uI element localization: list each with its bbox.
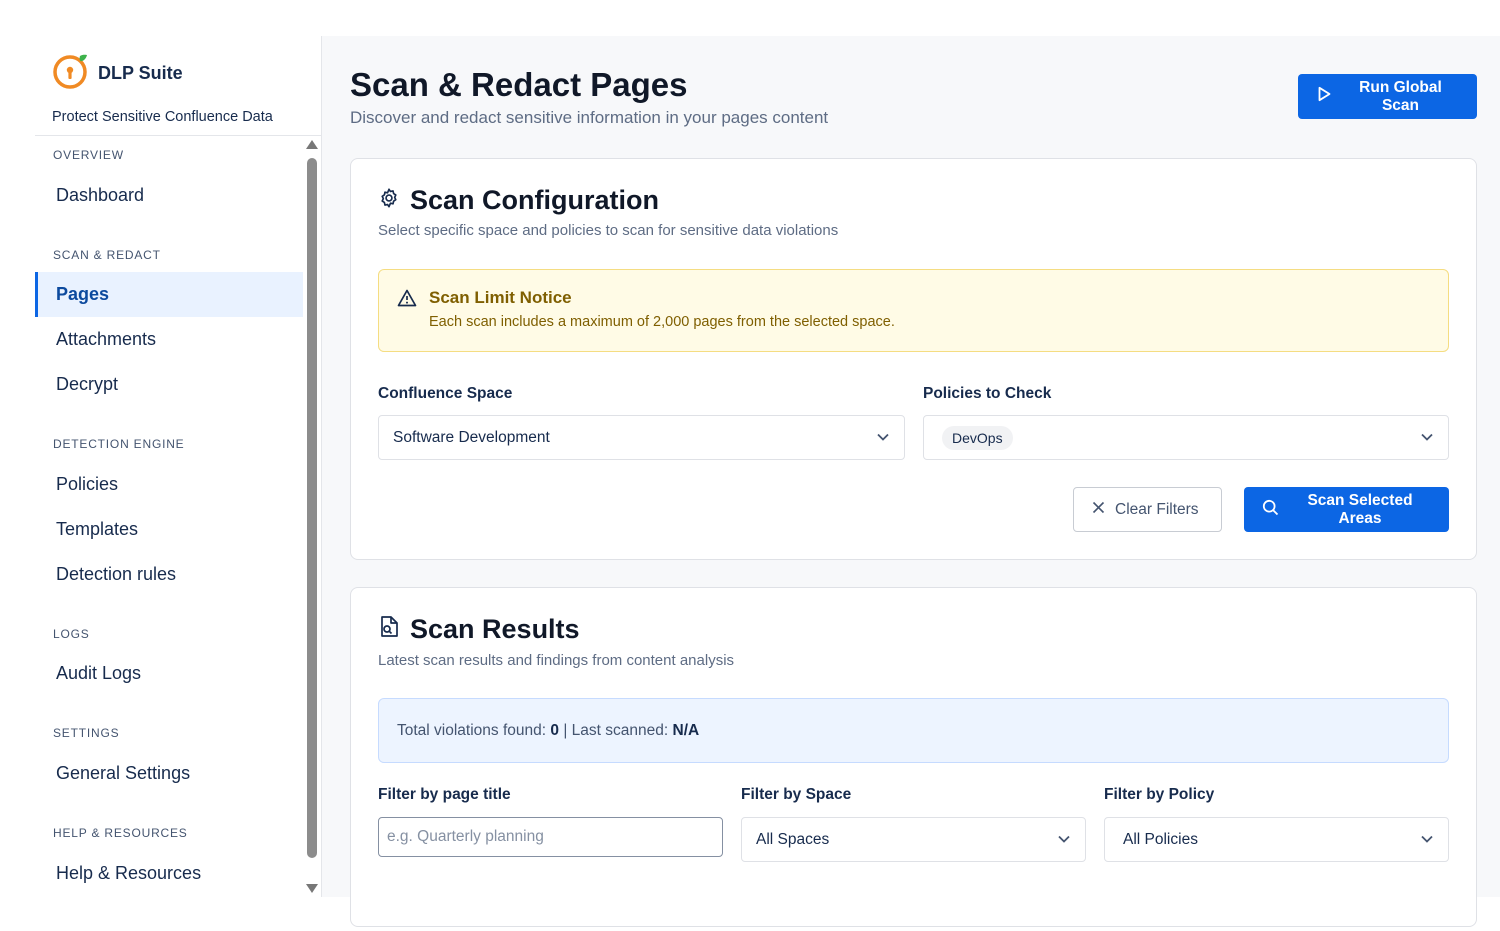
filter-policy-value: All Policies — [1123, 830, 1198, 848]
sidebar-item-help-resources[interactable]: Help & Resources — [35, 851, 303, 896]
sidebar-scrollbar[interactable] — [305, 140, 319, 897]
policy-chip[interactable]: DevOps — [942, 425, 1013, 450]
scan-results-card: Scan Results Latest scan results and fin… — [350, 587, 1477, 927]
page-subtitle: Discover and redact sensitive informatio… — [350, 108, 829, 127]
run-global-scan-label: Run Global Scan — [1359, 78, 1442, 114]
policies-to-check-label: Policies to Check — [923, 385, 1052, 402]
filter-space-label: Filter by Space — [741, 786, 852, 803]
scrollbar-thumb[interactable] — [307, 158, 317, 858]
section-scan-redact: SCAN & REDACT — [53, 248, 161, 262]
brand-tagline: Protect Sensitive Confluence Data — [52, 109, 273, 125]
filter-space-value: All Spaces — [756, 830, 830, 848]
policies-select[interactable]: DevOps — [923, 415, 1449, 460]
chevron-down-icon — [876, 429, 890, 447]
section-logs: LOGS — [53, 627, 90, 641]
page-title: Scan & Redact Pages — [350, 66, 688, 103]
section-help-resources: HELP & RESOURCES — [53, 826, 188, 840]
chevron-down-icon — [1420, 831, 1434, 849]
brand-header: DLP Suite Protect Sensitive Confluence D… — [35, 36, 321, 136]
document-search-icon — [378, 615, 400, 644]
scan-configuration-title: Scan Configuration — [410, 185, 659, 215]
main-content: Scan & Redact Pages Discover and redact … — [322, 36, 1500, 927]
last-scanned-value: N/A — [672, 721, 700, 739]
scan-selected-areas-label: Scan Selected Areas — [1307, 491, 1413, 527]
scan-results-title: Scan Results — [410, 614, 580, 644]
clear-filters-button[interactable]: Clear Filters — [1073, 487, 1222, 532]
violations-label: Total violations found: — [397, 721, 547, 739]
summary-separator: | — [563, 721, 568, 739]
filter-title-label: Filter by page title — [378, 786, 511, 803]
sidebar-item-dashboard[interactable]: Dashboard — [35, 173, 303, 218]
play-icon — [1316, 86, 1332, 107]
filter-space-select[interactable]: All Spaces — [741, 817, 1086, 862]
scan-summary-box: Total violations found: 0 | Last scanned… — [378, 698, 1449, 763]
violations-count: 0 — [550, 721, 560, 739]
notice-title: Scan Limit Notice — [429, 288, 572, 307]
brand-name: DLP Suite — [98, 63, 183, 83]
filter-title-input[interactable] — [378, 817, 723, 857]
gear-icon — [378, 187, 400, 214]
run-global-scan-button[interactable]: Run Global Scan — [1298, 74, 1477, 119]
section-overview: OVERVIEW — [53, 148, 124, 162]
app-frame: DLP Suite Protect Sensitive Confluence D… — [35, 36, 1500, 927]
scan-limit-notice: Scan Limit Notice Each scan includes a m… — [378, 269, 1449, 352]
keyhole-logo-icon — [52, 52, 90, 95]
scan-configuration-subtitle: Select specific space and policies to sc… — [378, 222, 839, 239]
close-icon — [1092, 501, 1105, 519]
last-scanned-label: Last scanned: — [571, 721, 669, 739]
scan-results-subtitle: Latest scan results and findings from co… — [378, 652, 735, 669]
scroll-down-arrow-icon[interactable] — [306, 884, 318, 893]
sidebar-item-templates[interactable]: Templates — [35, 507, 303, 552]
confluence-space-select[interactable]: Software Development — [378, 415, 905, 460]
sidebar-item-detection-rules[interactable]: Detection rules — [35, 552, 303, 597]
search-icon — [1262, 499, 1279, 521]
sidebar-item-decrypt[interactable]: Decrypt — [35, 362, 303, 407]
scan-configuration-header: Scan Configuration — [378, 185, 659, 216]
scan-configuration-card: Scan Configuration Select specific space… — [350, 158, 1477, 560]
warning-icon — [397, 289, 417, 312]
confluence-space-value: Software Development — [393, 428, 550, 446]
chevron-down-icon — [1057, 831, 1071, 849]
confluence-space-label: Confluence Space — [378, 385, 513, 402]
sidebar-item-attachments[interactable]: Attachments — [35, 317, 303, 362]
notice-text: Each scan includes a maximum of 2,000 pa… — [429, 314, 895, 330]
sidebar-item-general-settings[interactable]: General Settings — [35, 751, 303, 796]
scroll-up-arrow-icon[interactable] — [306, 140, 318, 149]
scan-selected-areas-button[interactable]: Scan Selected Areas — [1244, 487, 1449, 532]
section-settings: SETTINGS — [53, 726, 120, 740]
section-detection-engine: DETECTION ENGINE — [53, 437, 185, 451]
scan-results-header: Scan Results — [378, 614, 580, 645]
sidebar: DLP Suite Protect Sensitive Confluence D… — [35, 36, 322, 897]
sidebar-item-pages[interactable]: Pages — [35, 272, 303, 317]
filter-policy-select[interactable]: All Policies — [1104, 817, 1449, 862]
sidebar-item-audit-logs[interactable]: Audit Logs — [35, 651, 303, 696]
clear-filters-label: Clear Filters — [1115, 500, 1199, 518]
chevron-down-icon — [1420, 429, 1434, 447]
filter-policy-label: Filter by Policy — [1104, 786, 1215, 803]
sidebar-item-policies[interactable]: Policies — [35, 462, 303, 507]
